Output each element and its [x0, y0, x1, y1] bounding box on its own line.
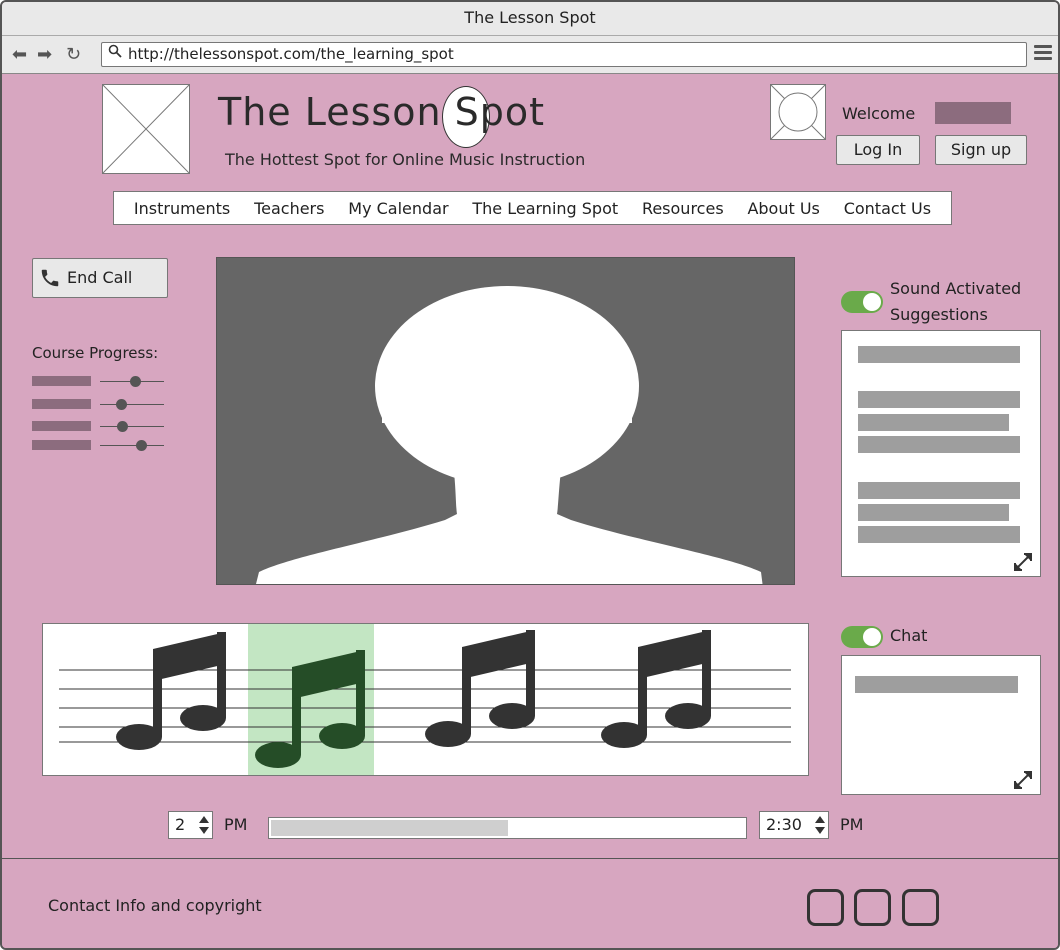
- nav-item-contact-us[interactable]: Contact Us: [844, 199, 931, 218]
- session-timeline[interactable]: [268, 817, 747, 839]
- chat-panel: [841, 655, 1041, 795]
- suggestion-placeholder: [858, 414, 1009, 431]
- course-progress-label: Course Progress:: [32, 344, 159, 362]
- suggestions-toggle-label-line2: Suggestions: [890, 305, 988, 324]
- suggestion-placeholder: [858, 436, 1020, 453]
- footer-contact-text: Contact Info and copyright: [48, 896, 262, 915]
- login-button[interactable]: Log In: [836, 135, 920, 165]
- nav-item-resources[interactable]: Resources: [642, 199, 724, 218]
- logo-placeholder-image: [102, 84, 190, 174]
- nav-item-about-us[interactable]: About Us: [747, 199, 819, 218]
- page-content: The Lesson Spot The Hottest Spot for Onl…: [2, 74, 1058, 948]
- page-footer: Contact Info and copyright: [2, 858, 1058, 948]
- main-navigation: Instruments Teachers My Calendar The Lea…: [113, 191, 952, 225]
- progress-slider-track[interactable]: [100, 376, 164, 387]
- back-arrow-icon[interactable]: ⬅: [12, 44, 27, 65]
- browser-toolbar: ⬅ ➡ ↻ http://thelessonspot.com/the_learn…: [2, 36, 1058, 74]
- nav-item-my-calendar[interactable]: My Calendar: [348, 199, 448, 218]
- course-placeholder: [32, 421, 91, 431]
- reload-icon[interactable]: ↻: [66, 44, 81, 65]
- suggestion-placeholder: [858, 526, 1020, 543]
- address-bar[interactable]: http://thelessonspot.com/the_learning_sp…: [101, 42, 1027, 67]
- music-note-icon: [116, 632, 226, 750]
- sheet-music-panel: [42, 623, 809, 776]
- browser-window: The Lesson Spot ⬅ ➡ ↻ http://thelessonsp…: [0, 0, 1060, 950]
- start-time-value: 2: [175, 815, 186, 834]
- site-title: The Lesson Spot: [218, 90, 546, 134]
- stepper-arrows-icon[interactable]: [814, 815, 826, 835]
- suggestions-toggle-label-line1: Sound Activated: [890, 279, 1022, 298]
- hamburger-menu-icon[interactable]: [1034, 45, 1052, 63]
- social-link-icon[interactable]: [854, 889, 891, 926]
- signup-button[interactable]: Sign up: [935, 135, 1027, 165]
- suggestion-placeholder: [858, 346, 1020, 363]
- course-placeholder: [32, 376, 91, 386]
- nav-item-instruments[interactable]: Instruments: [134, 199, 230, 218]
- video-call-feed: [216, 257, 795, 585]
- end-time-value: 2:30: [766, 815, 802, 834]
- progress-slider-knob[interactable]: [135, 440, 147, 451]
- window-title: The Lesson Spot: [2, 2, 1058, 36]
- course-progress-row: [32, 421, 166, 433]
- welcome-label: Welcome: [842, 104, 916, 123]
- progress-slider-track[interactable]: [100, 421, 164, 432]
- course-progress-row: [32, 376, 166, 388]
- course-progress-row: [32, 440, 166, 452]
- site-tagline: The Hottest Spot for Online Music Instru…: [225, 150, 586, 169]
- phone-icon: [41, 269, 59, 287]
- stepper-arrows-icon[interactable]: [198, 815, 210, 835]
- chat-message-placeholder: [855, 676, 1018, 693]
- suggestions-panel: [841, 330, 1041, 577]
- progress-slider-knob[interactable]: [116, 399, 128, 410]
- end-time-stepper[interactable]: 2:30: [759, 811, 829, 839]
- progress-slider-track[interactable]: [100, 440, 164, 451]
- chat-toggle[interactable]: [841, 626, 883, 648]
- toggle-knob: [863, 628, 881, 646]
- suggestion-placeholder: [858, 482, 1020, 499]
- start-time-ampm: PM: [224, 815, 248, 834]
- social-link-icon[interactable]: [902, 889, 939, 926]
- person-silhouette-icon: [256, 286, 763, 584]
- toggle-knob: [863, 293, 881, 311]
- suggestion-placeholder: [858, 391, 1020, 408]
- username-placeholder: [935, 102, 1011, 124]
- user-avatar-placeholder: [770, 84, 826, 140]
- session-timeline-fill: [271, 820, 508, 836]
- end-call-label: End Call: [67, 268, 133, 287]
- expand-icon[interactable]: [1012, 551, 1034, 573]
- course-placeholder: [32, 440, 91, 450]
- url-text: http://thelessonspot.com/the_learning_sp…: [128, 45, 454, 63]
- course-placeholder: [32, 399, 91, 409]
- search-icon: [108, 43, 122, 66]
- social-link-icon[interactable]: [807, 889, 844, 926]
- nav-item-the-learning-spot[interactable]: The Learning Spot: [472, 199, 618, 218]
- end-call-button[interactable]: End Call: [32, 258, 168, 298]
- end-time-ampm: PM: [840, 815, 864, 834]
- progress-slider-knob[interactable]: [130, 376, 142, 387]
- expand-icon[interactable]: [1012, 769, 1034, 791]
- nav-item-teachers[interactable]: Teachers: [254, 199, 324, 218]
- chat-toggle-label: Chat: [890, 626, 928, 645]
- forward-arrow-icon[interactable]: ➡: [37, 44, 52, 65]
- suggestions-toggle[interactable]: [841, 291, 883, 313]
- start-time-stepper[interactable]: 2: [168, 811, 213, 839]
- suggestion-placeholder: [858, 504, 1009, 521]
- sheet-music-staff: [59, 624, 791, 775]
- progress-slider-track[interactable]: [100, 399, 164, 410]
- progress-slider-knob[interactable]: [117, 421, 129, 432]
- course-progress-row: [32, 399, 166, 411]
